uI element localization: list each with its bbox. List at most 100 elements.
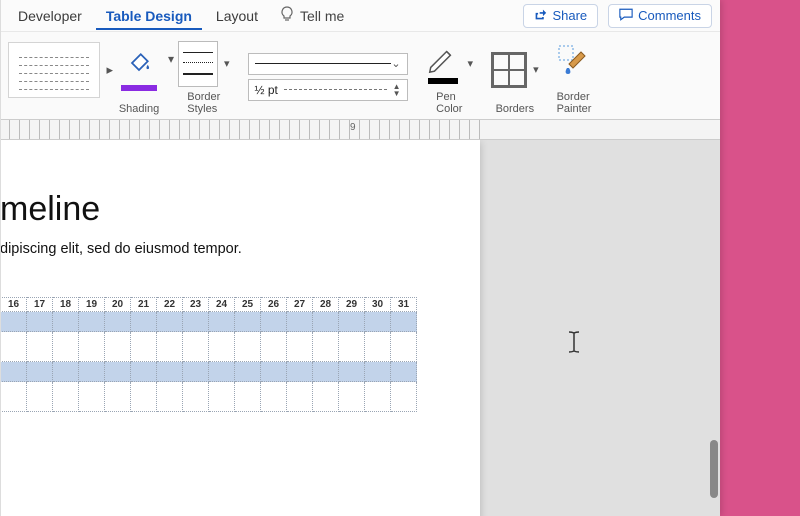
table-row[interactable] — [1, 312, 417, 332]
table-cell[interactable] — [183, 362, 209, 382]
table-row[interactable] — [1, 332, 417, 362]
table-cell[interactable] — [287, 382, 313, 412]
table-cell[interactable] — [339, 312, 365, 332]
table-cell[interactable] — [105, 362, 131, 382]
table-cell[interactable] — [183, 382, 209, 412]
table-row[interactable] — [1, 362, 417, 382]
table-header-cell[interactable]: 19 — [79, 298, 105, 312]
table-cell[interactable] — [79, 382, 105, 412]
table-cell[interactable] — [235, 312, 261, 332]
table-cell[interactable] — [183, 312, 209, 332]
table-cell[interactable] — [391, 312, 417, 332]
table-header-cell[interactable]: 27 — [287, 298, 313, 312]
table-cell[interactable] — [157, 382, 183, 412]
table-header-cell[interactable]: 24 — [209, 298, 235, 312]
pen-color-button[interactable] — [426, 44, 462, 84]
tab-layout[interactable]: Layout — [206, 2, 268, 30]
table-cell[interactable] — [365, 362, 391, 382]
border-painter-button[interactable] — [557, 44, 591, 83]
table-cell[interactable] — [391, 362, 417, 382]
border-styles-button[interactable] — [178, 41, 218, 87]
table-header-cell[interactable]: 31 — [391, 298, 417, 312]
table-cell[interactable] — [365, 312, 391, 332]
table-cell[interactable] — [313, 362, 339, 382]
table-cell[interactable] — [261, 362, 287, 382]
table-cell[interactable] — [287, 362, 313, 382]
table-cell[interactable] — [391, 382, 417, 412]
table-cell[interactable] — [313, 312, 339, 332]
table-cell[interactable] — [1, 362, 27, 382]
table-row[interactable] — [1, 382, 417, 412]
table-cell[interactable] — [261, 332, 287, 362]
table-cell[interactable] — [53, 362, 79, 382]
table-cell[interactable] — [339, 362, 365, 382]
table-cell[interactable] — [209, 382, 235, 412]
horizontal-ruler[interactable]: 9 — [0, 120, 720, 140]
page-title[interactable]: meline — [0, 190, 460, 229]
chevron-down-icon[interactable]: ▾ — [168, 52, 174, 66]
table-cell[interactable] — [131, 362, 157, 382]
table-cell[interactable] — [157, 312, 183, 332]
table-cell[interactable] — [27, 332, 53, 362]
table-cell[interactable] — [79, 312, 105, 332]
table-cell[interactable] — [105, 332, 131, 362]
table-cell[interactable] — [391, 332, 417, 362]
comments-button[interactable]: Comments — [608, 4, 712, 28]
table-cell[interactable] — [157, 362, 183, 382]
table-cell[interactable] — [261, 382, 287, 412]
table-cell[interactable] — [1, 382, 27, 412]
timeline-table[interactable]: 16171819202122232425262728293031 — [0, 297, 417, 412]
table-cell[interactable] — [261, 312, 287, 332]
border-weight-dropdown[interactable]: ½ pt ▲▼ — [248, 79, 408, 101]
table-cell[interactable] — [27, 382, 53, 412]
shading-button[interactable] — [118, 47, 160, 93]
table-header-cell[interactable]: 29 — [339, 298, 365, 312]
table-cell[interactable] — [209, 312, 235, 332]
table-cell[interactable] — [53, 382, 79, 412]
table-cell[interactable] — [287, 312, 313, 332]
border-style-dropdown[interactable]: ⌄ — [248, 53, 408, 75]
table-cell[interactable] — [313, 382, 339, 412]
borders-button[interactable] — [491, 52, 527, 88]
table-cell[interactable] — [235, 382, 261, 412]
table-cell[interactable] — [183, 332, 209, 362]
table-header-cell[interactable]: 22 — [157, 298, 183, 312]
table-header-cell[interactable]: 17 — [27, 298, 53, 312]
page[interactable]: meline dipiscing elit, sed do eiusmod te… — [0, 140, 480, 516]
share-button[interactable]: Share — [523, 4, 598, 28]
table-style-gallery[interactable]: ▸ — [8, 42, 100, 98]
table-cell[interactable] — [365, 332, 391, 362]
table-header-cell[interactable]: 20 — [105, 298, 131, 312]
table-cell[interactable] — [27, 312, 53, 332]
table-cell[interactable] — [79, 332, 105, 362]
table-header-cell[interactable]: 28 — [313, 298, 339, 312]
table-header-cell[interactable]: 18 — [53, 298, 79, 312]
table-cell[interactable] — [209, 332, 235, 362]
chevron-down-icon[interactable]: ▾ — [533, 63, 539, 76]
table-header-cell[interactable]: 23 — [183, 298, 209, 312]
chevron-right-icon[interactable]: ▸ — [106, 62, 113, 78]
tell-me-search[interactable]: Tell me — [272, 2, 352, 30]
vertical-scrollbar-thumb[interactable] — [710, 440, 718, 498]
table-header-cell[interactable]: 26 — [261, 298, 287, 312]
stepper-icon[interactable]: ▲▼ — [393, 83, 401, 97]
table-cell[interactable] — [105, 382, 131, 412]
table-cell[interactable] — [105, 312, 131, 332]
table-cell[interactable] — [27, 362, 53, 382]
document-canvas[interactable]: meline dipiscing elit, sed do eiusmod te… — [0, 140, 720, 516]
tab-table-design[interactable]: Table Design — [96, 2, 202, 30]
table-cell[interactable] — [1, 332, 27, 362]
table-cell[interactable] — [235, 362, 261, 382]
body-text[interactable]: dipiscing elit, sed do eiusmod tempor. — [0, 241, 460, 257]
chevron-down-icon[interactable]: ▾ — [224, 57, 230, 70]
table-cell[interactable] — [79, 362, 105, 382]
table-cell[interactable] — [209, 362, 235, 382]
table-cell[interactable] — [1, 312, 27, 332]
table-cell[interactable] — [131, 332, 157, 362]
table-cell[interactable] — [131, 382, 157, 412]
table-cell[interactable] — [313, 332, 339, 362]
table-cell[interactable] — [339, 382, 365, 412]
tab-developer[interactable]: Developer — [8, 2, 92, 30]
table-cell[interactable] — [235, 332, 261, 362]
table-cell[interactable] — [287, 332, 313, 362]
